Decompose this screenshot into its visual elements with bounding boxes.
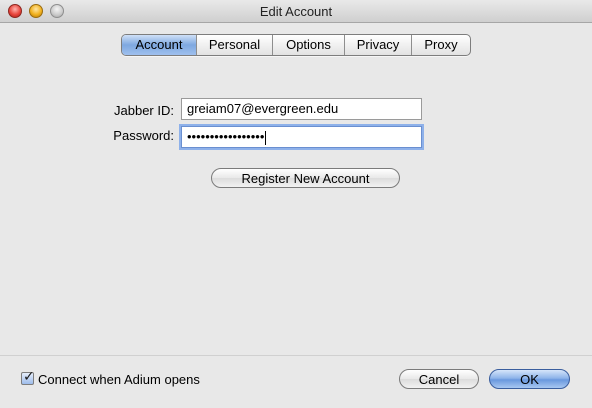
register-new-account-button[interactable]: Register New Account: [211, 168, 400, 188]
password-label: Password:: [113, 128, 174, 143]
jabber-id-field[interactable]: greiam07@evergreen.edu: [181, 98, 422, 120]
tab-account[interactable]: Account: [122, 35, 197, 55]
tab-privacy[interactable]: Privacy: [345, 35, 412, 55]
connect-on-launch-label: Connect when Adium opens: [38, 372, 200, 387]
text-caret: [265, 130, 267, 145]
password-field[interactable]: •••••••••••••••••: [181, 126, 422, 148]
jabber-id-label: Jabber ID:: [114, 103, 174, 118]
title-bar: Edit Account: [0, 0, 592, 23]
footer-divider: [0, 355, 592, 356]
cancel-button[interactable]: Cancel: [399, 369, 479, 389]
tab-personal[interactable]: Personal: [197, 35, 273, 55]
edit-account-window: Edit Account Account Personal Options Pr…: [0, 0, 592, 408]
window-title: Edit Account: [259, 4, 333, 19]
checkmark-icon: ✓: [23, 369, 35, 385]
tab-proxy[interactable]: Proxy: [412, 35, 470, 55]
tab-options[interactable]: Options: [273, 35, 345, 55]
password-mask: •••••••••••••••••: [187, 129, 265, 144]
connect-on-launch-checkbox[interactable]: ✓: [21, 369, 35, 385]
ok-button[interactable]: OK: [489, 369, 570, 389]
tab-bar: Account Personal Options Privacy Proxy: [121, 34, 471, 56]
